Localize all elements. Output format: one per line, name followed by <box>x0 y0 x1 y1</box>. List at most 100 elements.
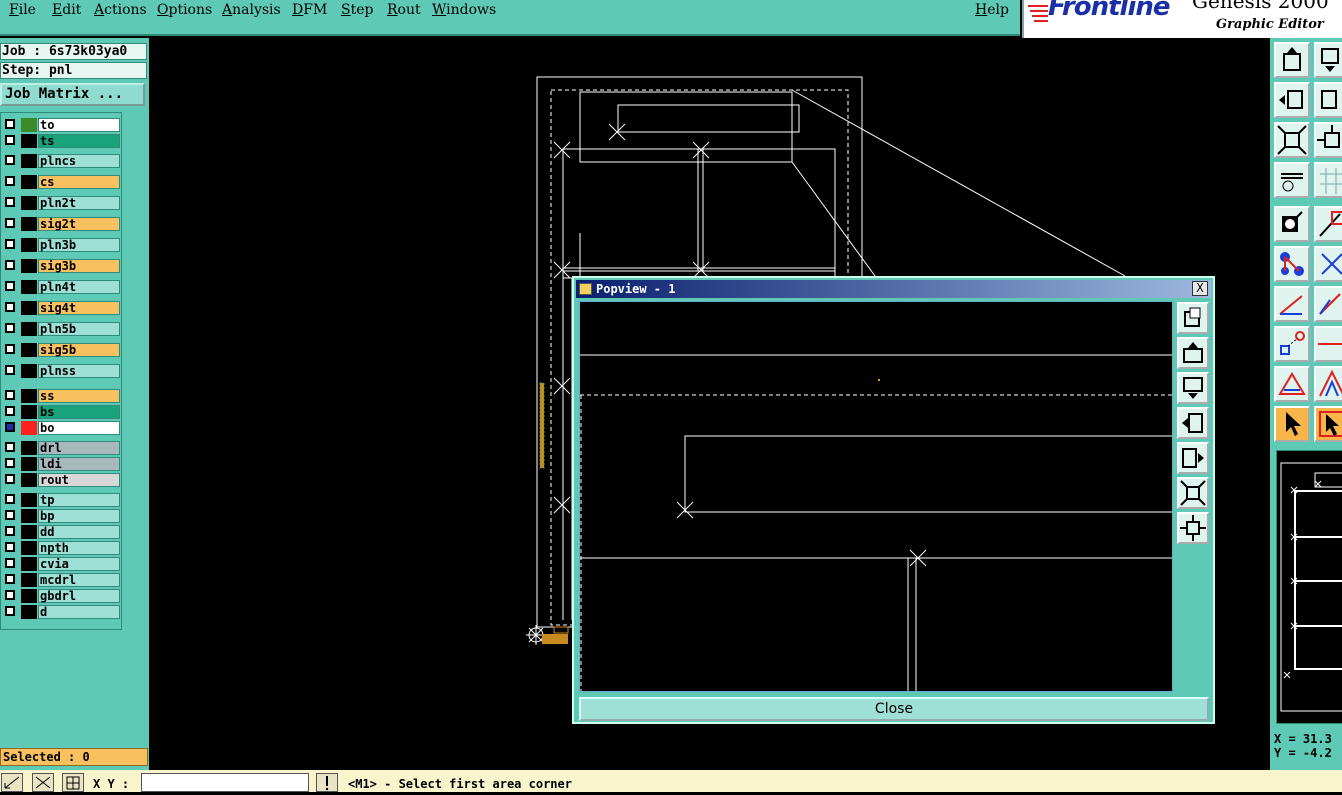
layer-name[interactable]: pln2t <box>38 196 120 210</box>
measure-button[interactable] <box>1274 162 1310 198</box>
cross-snap-button[interactable] <box>32 773 54 792</box>
layer-row[interactable]: mcdrl <box>3 573 120 587</box>
layer-checkbox[interactable] <box>5 590 15 600</box>
menu-actions[interactable]: Actions <box>94 2 147 18</box>
layer-row[interactable]: drl <box>3 441 120 455</box>
layer-name[interactable]: to <box>38 118 120 132</box>
grid-snap-button[interactable] <box>62 773 84 792</box>
layer-row[interactable]: gbdrl <box>3 589 120 603</box>
pan-up-button[interactable] <box>1177 337 1209 369</box>
layer-color-swatch[interactable] <box>21 217 37 231</box>
layer-checkbox[interactable] <box>5 323 15 333</box>
layer-color-swatch[interactable] <box>21 196 37 210</box>
layer-color-swatch[interactable] <box>21 238 37 252</box>
layer-checkbox[interactable] <box>5 494 15 504</box>
layer-checkbox[interactable] <box>5 390 15 400</box>
select-pointer-button[interactable] <box>1274 406 1310 442</box>
layer-color-swatch[interactable] <box>21 364 37 378</box>
layer-checkbox[interactable] <box>5 176 15 186</box>
layer-color-swatch[interactable] <box>21 441 37 455</box>
layer-color-swatch[interactable] <box>21 557 37 571</box>
zoom-out-button[interactable] <box>1314 122 1342 158</box>
layer-row[interactable]: pln5b <box>3 322 120 336</box>
slash-tool-button[interactable] <box>1314 286 1342 322</box>
zoom-out-button[interactable] <box>1177 512 1209 544</box>
menu-step[interactable]: Step <box>341 2 373 18</box>
pan-right-button[interactable] <box>1314 82 1342 118</box>
layer-name[interactable]: bp <box>38 509 120 523</box>
popview-close-button[interactable]: Close <box>579 697 1209 721</box>
layer-checkbox[interactable] <box>5 239 15 249</box>
layer-name[interactable]: sig4t <box>38 301 120 315</box>
layer-checkbox[interactable] <box>5 365 15 375</box>
add-pad-button[interactable] <box>1274 326 1310 362</box>
layer-name[interactable]: pln4t <box>38 280 120 294</box>
layer-name[interactable]: pln3b <box>38 238 120 252</box>
snap-button[interactable] <box>1 773 23 792</box>
layer-color-swatch[interactable] <box>21 301 37 315</box>
layer-row[interactable]: ts <box>3 134 120 148</box>
layer-color-swatch[interactable] <box>21 322 37 336</box>
layer-color-swatch[interactable] <box>21 280 37 294</box>
layer-color-swatch[interactable] <box>21 259 37 273</box>
menu-windows[interactable]: Windows <box>432 2 496 18</box>
layer-row[interactable]: plncs <box>3 154 120 168</box>
layer-row[interactable]: sig4t <box>3 301 120 315</box>
layer-row[interactable]: cs <box>3 175 120 189</box>
layer-row[interactable]: bp <box>3 509 120 523</box>
menu-edit[interactable]: Edit <box>52 2 81 18</box>
layer-row[interactable]: ldi <box>3 457 120 471</box>
layer-name[interactable]: npth <box>38 541 120 555</box>
layer-name[interactable]: pln5b <box>38 322 120 336</box>
layer-checkbox[interactable] <box>5 281 15 291</box>
layer-color-swatch[interactable] <box>21 457 37 471</box>
layer-row[interactable]: sig2t <box>3 217 120 231</box>
layer-name[interactable]: plncs <box>38 154 120 168</box>
grid-button[interactable] <box>1314 162 1342 198</box>
menu-options[interactable]: Options <box>157 2 212 18</box>
layer-name[interactable]: gbdrl <box>38 589 120 603</box>
menu-help[interactable]: Help <box>975 2 1009 18</box>
pan-right-button[interactable] <box>1177 442 1209 474</box>
layer-row[interactable]: ss <box>3 389 120 403</box>
pad-select-button[interactable] <box>1274 206 1310 242</box>
layer-name[interactable]: ldi <box>38 457 120 471</box>
layer-name[interactable]: bs <box>38 405 120 419</box>
menu-analysis[interactable]: Analysis <box>222 2 281 18</box>
layer-color-swatch[interactable] <box>21 421 37 435</box>
layer-color-swatch[interactable] <box>21 573 37 587</box>
menu-rout[interactable]: Rout <box>387 2 421 18</box>
layer-name[interactable]: sig3b <box>38 259 120 273</box>
layer-row[interactable]: rout <box>3 473 120 487</box>
layer-checkbox[interactable] <box>5 135 15 145</box>
cross-tool-button[interactable] <box>1314 246 1342 282</box>
layer-row[interactable]: bs <box>3 405 120 419</box>
layer-row[interactable]: pln4t <box>3 280 120 294</box>
layer-color-swatch[interactable] <box>21 473 37 487</box>
menu-file[interactable]: File <box>9 2 36 18</box>
layer-checkbox[interactable] <box>5 260 15 270</box>
layer-checkbox[interactable] <box>5 218 15 228</box>
layer-name[interactable]: d <box>38 605 120 619</box>
layer-checkbox[interactable] <box>5 542 15 552</box>
layer-color-swatch[interactable] <box>21 343 37 357</box>
zoom-in-button[interactable] <box>1177 477 1209 509</box>
layer-checkbox[interactable] <box>5 406 15 416</box>
layer-color-swatch[interactable] <box>21 605 37 619</box>
layer-checkbox[interactable] <box>5 344 15 354</box>
layer-color-swatch[interactable] <box>21 154 37 168</box>
layer-row[interactable]: sig5b <box>3 343 120 357</box>
layer-name[interactable]: drl <box>38 441 120 455</box>
layer-row[interactable]: cvia <box>3 557 120 571</box>
layer-color-swatch[interactable] <box>21 118 37 132</box>
segment-tool-button[interactable] <box>1314 326 1342 362</box>
layer-row[interactable]: d <box>3 605 120 619</box>
arc-tool-button[interactable] <box>1274 286 1310 322</box>
layer-color-swatch[interactable] <box>21 525 37 539</box>
layer-color-swatch[interactable] <box>21 175 37 189</box>
layer-checkbox[interactable] <box>5 422 15 432</box>
layer-name[interactable]: cs <box>38 175 120 189</box>
area-select-button[interactable] <box>1314 406 1342 442</box>
popview-title-bar[interactable]: Popview - 1 X <box>576 280 1211 298</box>
layer-name[interactable]: sig5b <box>38 343 120 357</box>
